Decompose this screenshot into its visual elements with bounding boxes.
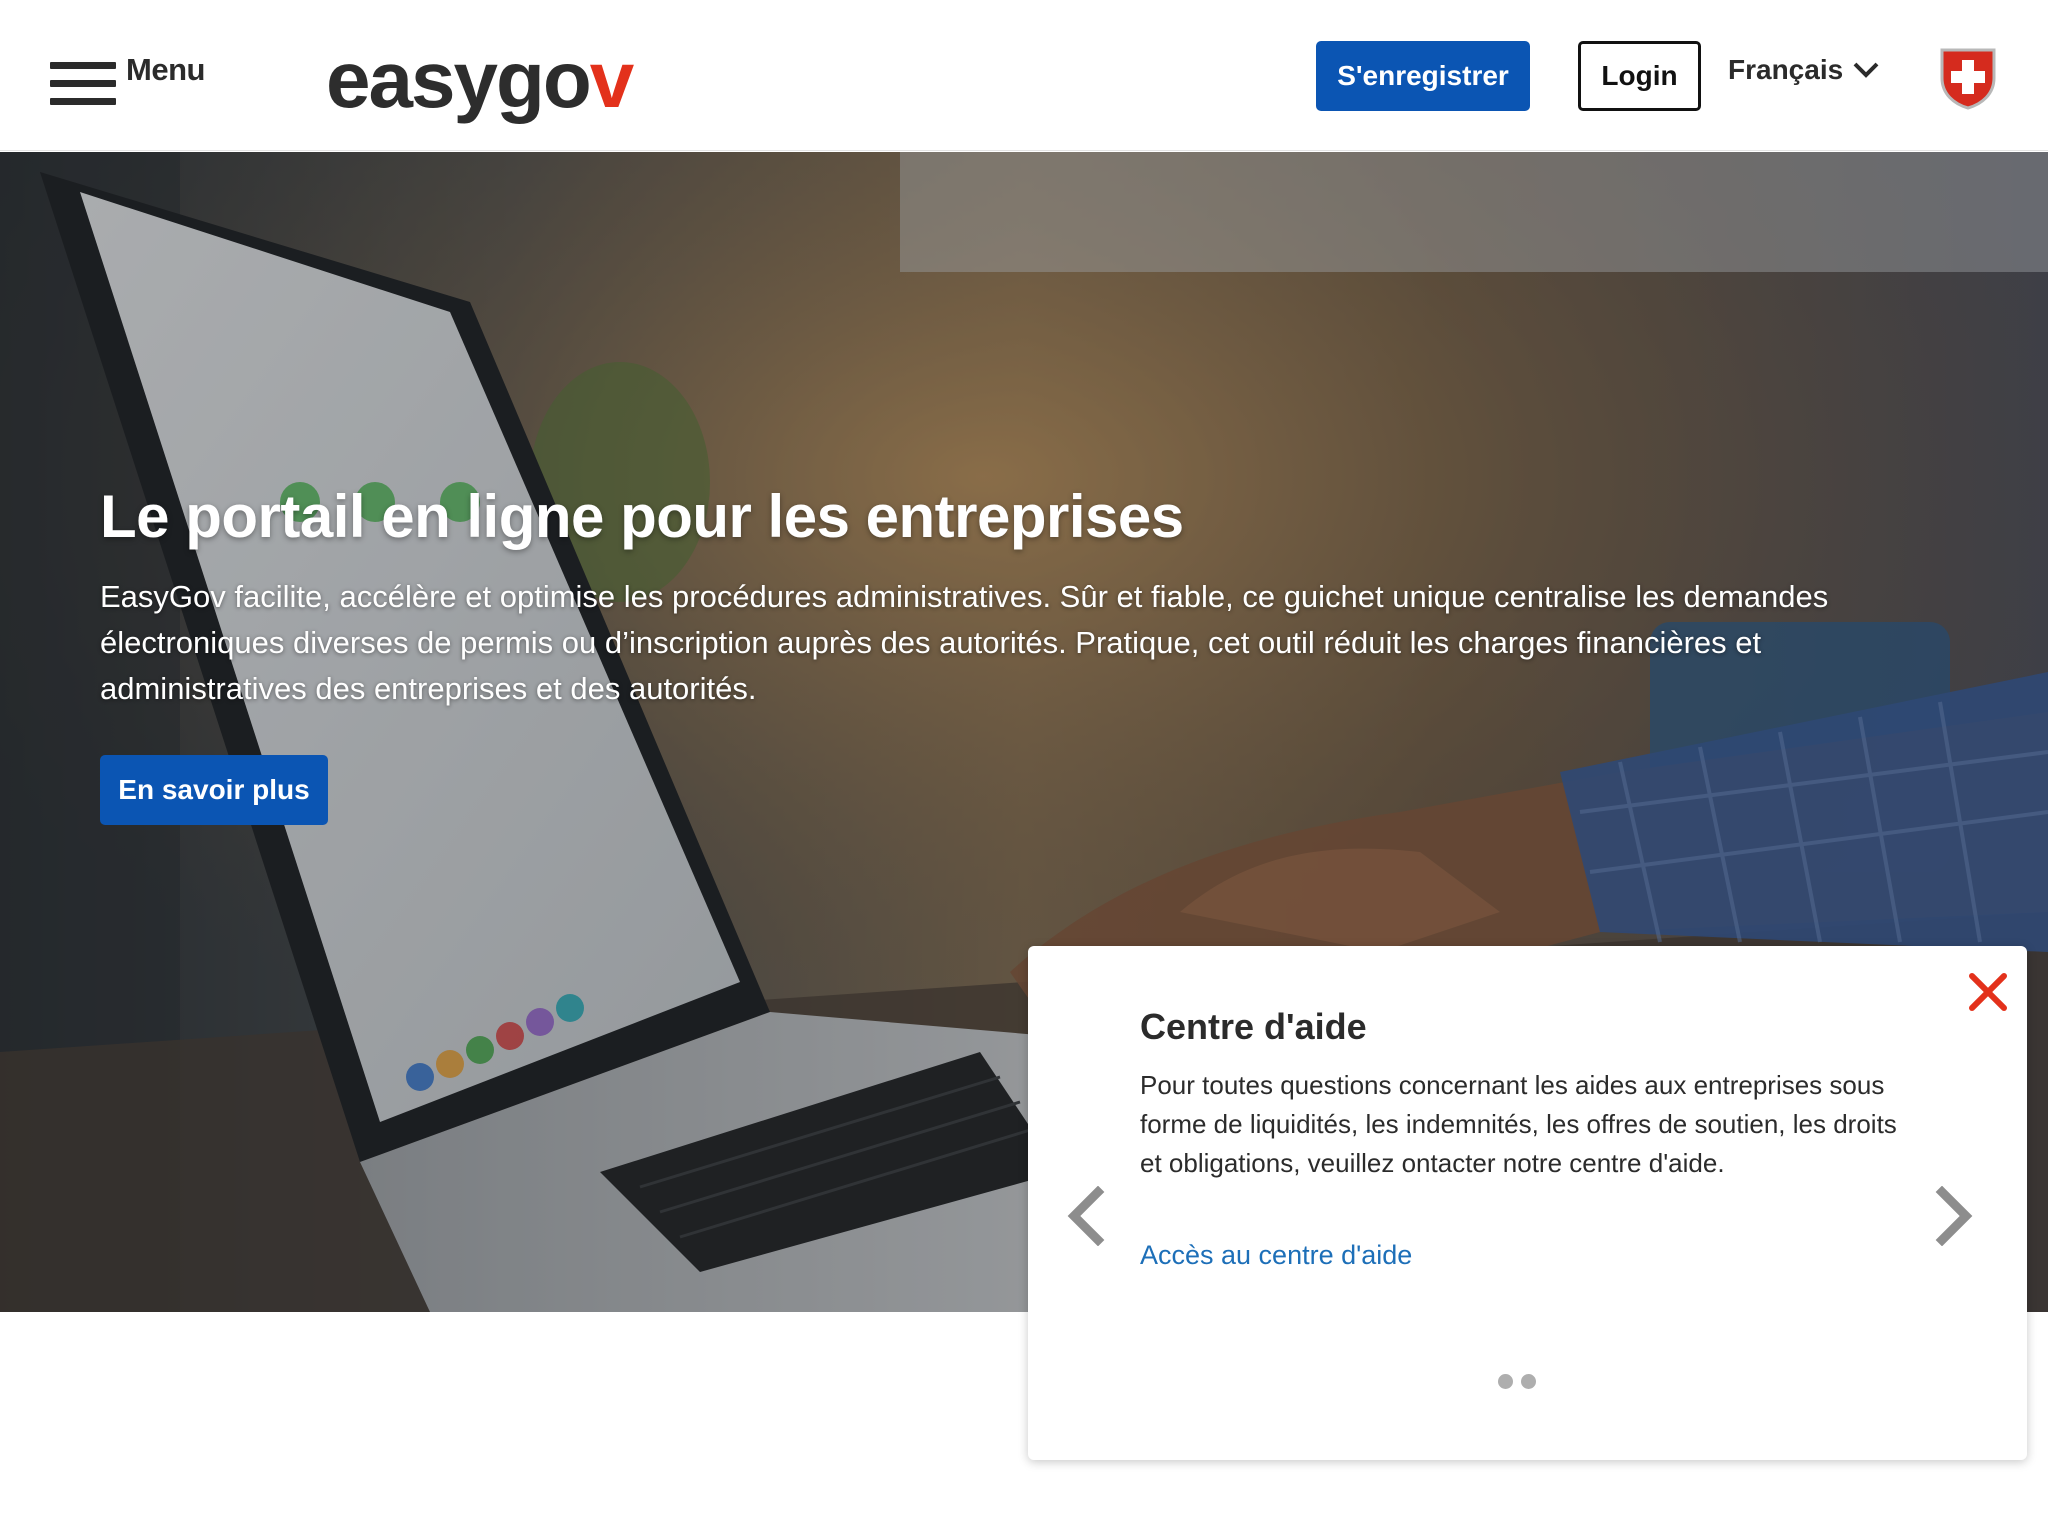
hamburger-icon [50,60,116,110]
learn-more-button[interactable]: En savoir plus [100,755,328,825]
carousel-dot[interactable] [1498,1374,1513,1389]
close-icon[interactable] [1964,968,2012,1016]
hero-title: Le portail en ligne pour les entreprises [100,483,1184,550]
help-center-card: Centre d'aide Pour toutes questions conc… [1028,946,2027,1460]
swiss-shield-icon [1940,48,1996,110]
register-button[interactable]: S'enregistrer [1316,41,1530,111]
carousel-dots [1498,1374,1536,1389]
easygov-logo[interactable]: easygo v [326,30,634,124]
menu-label: Menu [126,52,205,87]
site-header: Menu easygo v S'enregistrer Login Françai… [0,0,2048,151]
help-center-link[interactable]: Accès au centre d'aide [1140,1240,1412,1271]
hero-description: EasyGov facilite, accélère et optimise l… [100,579,1829,706]
help-card-title: Centre d'aide [1140,1006,1367,1047]
login-button[interactable]: Login [1578,41,1701,111]
chevron-right-icon[interactable] [1932,1186,1976,1246]
menu-button[interactable]: Menu [50,52,205,108]
help-card-text: Pour toutes questions concernant les aid… [1140,1070,1897,1178]
language-selector[interactable]: Français [1728,54,1881,86]
chevron-down-icon [1853,62,1879,78]
logo-text: easygo [326,35,592,124]
chevron-left-icon[interactable] [1064,1186,1108,1246]
carousel-dot[interactable] [1521,1374,1536,1389]
logo-accent: v [589,35,634,124]
language-label: Français [1728,54,1844,85]
